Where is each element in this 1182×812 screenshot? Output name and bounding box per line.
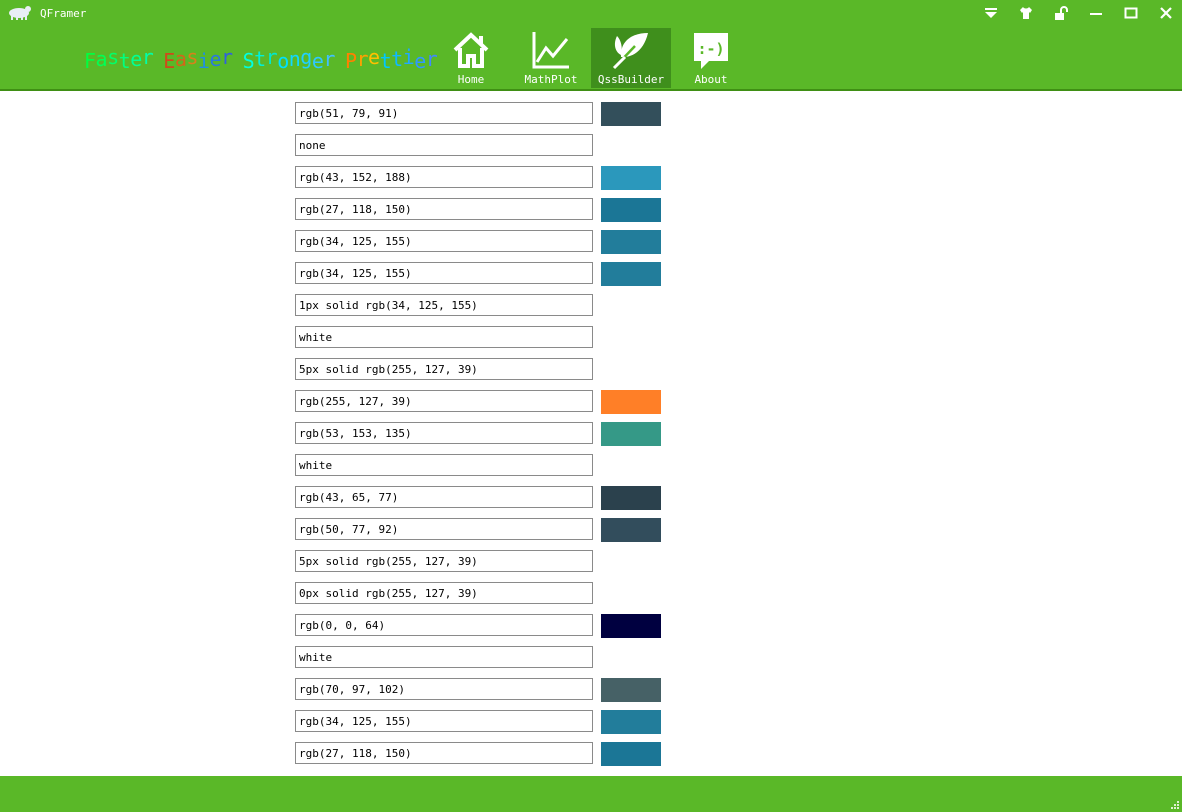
slogan-letter: a [174, 47, 187, 71]
property-value-input[interactable]: white [295, 454, 593, 476]
color-swatch-button[interactable] [601, 486, 661, 510]
property-value-input[interactable]: rgb(51, 79, 91) [295, 102, 593, 124]
slogan-letter: E [163, 49, 175, 73]
nav-label: QssBuilder [597, 73, 665, 86]
slogan-letter: o [277, 49, 289, 73]
slogan-letter: r [141, 45, 154, 69]
slogan-letter: g [300, 45, 312, 69]
slogan-letter: F [84, 49, 96, 73]
property-value-input[interactable]: rgb(34, 125, 155) [295, 710, 593, 732]
property-value-input[interactable]: rgb(43, 152, 188) [295, 166, 593, 188]
slogan-letter: s [186, 45, 198, 69]
skin-shirt-button[interactable] [1014, 3, 1038, 23]
color-swatch-button[interactable] [601, 262, 661, 286]
home-icon [453, 32, 489, 68]
maximize-icon [1124, 7, 1138, 19]
property-value-input[interactable]: white [295, 646, 593, 668]
close-icon [1160, 7, 1172, 19]
property-value-input[interactable]: 5px solid rgb(255, 127, 39) [295, 550, 593, 572]
slogan-letter: e [368, 45, 380, 69]
slogan-letter: r [356, 47, 369, 71]
smiley-chat-icon: :-) [694, 33, 728, 69]
lock-button[interactable] [1049, 3, 1073, 23]
slogan-letter: s [107, 45, 119, 69]
lock-icon [1055, 6, 1068, 20]
nav-about-button[interactable]: :-) About [671, 28, 751, 88]
slogan-letter: t [379, 49, 392, 73]
property-value-input[interactable]: rgb(34, 125, 155) [295, 230, 593, 252]
slogan-letter: r [221, 45, 233, 69]
color-swatch-button[interactable] [601, 678, 661, 702]
maximize-button[interactable] [1119, 3, 1143, 23]
property-value-input[interactable]: rgb(255, 127, 39) [295, 390, 593, 412]
app-logo-icon [9, 6, 31, 20]
nav-label: MathPlot [524, 73, 578, 86]
slogan-letter: e [130, 47, 142, 71]
property-value-input[interactable]: rgb(70, 97, 102) [295, 678, 593, 700]
color-swatch-button[interactable] [601, 102, 661, 126]
qss-builder-panel: rgb(51, 79, 91) none rgb(43, 152, 188) rgb(… [0, 91, 1182, 776]
minimize-icon [1090, 13, 1102, 15]
close-button[interactable] [1154, 3, 1178, 23]
slogan-letter: e [311, 49, 324, 73]
property-value-input[interactable]: rgb(27, 118, 150) [295, 198, 593, 220]
minimize-button[interactable] [1084, 3, 1108, 23]
slogan-letter: n [288, 47, 301, 71]
skin-shirt-icon [1020, 7, 1032, 19]
nav-mathplot-button[interactable]: MathPlot [511, 28, 591, 88]
property-value-input[interactable]: 5px solid rgb(255, 127, 39) [295, 358, 593, 380]
property-value-input[interactable]: none [295, 134, 593, 156]
window-title: QFramer [40, 7, 87, 20]
color-swatch-button[interactable] [601, 166, 661, 190]
property-value-input[interactable]: rgb(0, 0, 64) [295, 614, 593, 636]
slogan-letter: r [323, 47, 335, 71]
status-bar [0, 776, 1182, 812]
dropdown-menu-icon [985, 8, 997, 18]
color-swatch-button[interactable] [601, 742, 661, 766]
color-swatch-button[interactable] [601, 614, 661, 638]
slogan-letter: r [265, 45, 278, 69]
chart-line-icon [532, 32, 569, 69]
nav-label: Home [457, 73, 485, 86]
resize-grip-icon[interactable] [1169, 799, 1179, 809]
property-value-input[interactable]: 0px solid rgb(255, 127, 39) [295, 582, 593, 604]
color-swatch-button[interactable] [601, 710, 661, 734]
nav-home-button[interactable]: Home [431, 28, 511, 88]
slogan-text: Faster Easier Stronger Prettier [84, 45, 438, 73]
property-value-input[interactable]: rgb(50, 77, 92) [295, 518, 593, 540]
property-value-input[interactable]: 1px solid rgb(34, 125, 155) [295, 294, 593, 316]
nav-label: About [694, 73, 728, 86]
property-value-input[interactable]: rgb(27, 118, 150) [295, 742, 593, 764]
slogan-letter: i [402, 45, 415, 69]
color-swatch-button[interactable] [601, 518, 661, 542]
property-value-input[interactable]: rgb(34, 125, 155) [295, 262, 593, 284]
slogan-letter: t [391, 47, 403, 71]
property-value-input[interactable]: white [295, 326, 593, 348]
title-bar-header: QFramer Faster Easier Stronger Prettier Hom… [0, 0, 1182, 91]
property-value-input[interactable]: rgb(53, 153, 135) [295, 422, 593, 444]
slogan-letter: t [254, 47, 266, 71]
svg-text::-): :-) [697, 40, 724, 58]
slogan-letter: t [118, 49, 131, 73]
color-swatch-button[interactable] [601, 390, 661, 414]
leaf-icon [612, 33, 648, 70]
slogan-letter: i [197, 49, 210, 73]
dropdown-menu-button[interactable] [979, 3, 1003, 23]
slogan-letter: e [414, 49, 426, 73]
slogan-letter: P [344, 49, 357, 73]
slogan-letter: S [242, 49, 255, 73]
slogan-letter: a [95, 47, 108, 71]
slogan-letter: e [209, 47, 222, 71]
color-swatch-button[interactable] [601, 230, 661, 254]
nav-qssbuilder-button[interactable]: QssBuilder [591, 28, 671, 88]
color-swatch-button[interactable] [601, 422, 661, 446]
property-value-input[interactable]: rgb(43, 65, 77) [295, 486, 593, 508]
color-swatch-button[interactable] [601, 198, 661, 222]
